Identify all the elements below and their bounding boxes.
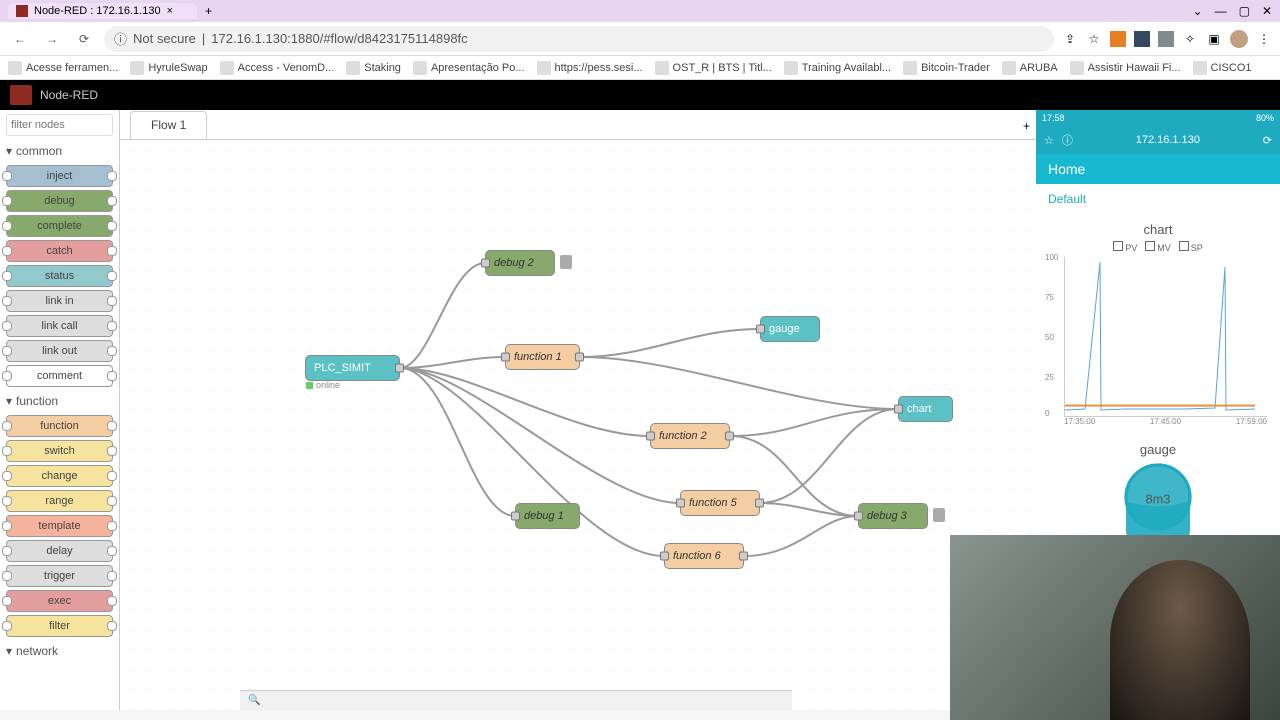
dashboard-gauge: gauge 8m3 [1036, 434, 1280, 548]
flow-node-gauge[interactable]: gauge [760, 316, 820, 342]
palette-node-catch[interactable]: catch [6, 240, 113, 262]
phone-urlbar[interactable]: ☆ ⓘ 172.16.1.130 ⟳ [1036, 126, 1280, 154]
bookmarks-bar: Acesse ferramen... HyruleSwap Access - V… [0, 56, 1280, 80]
reload-icon[interactable]: ⟳ [1263, 134, 1272, 147]
chart-svg [1065, 257, 1267, 416]
flow-node-function2[interactable]: function 2 [650, 423, 730, 449]
webcam-overlay [950, 535, 1280, 720]
dashboard-chart: chart PV MV SP 100 75 50 25 0 [1036, 214, 1280, 434]
flow-node-debug1[interactable]: debug 1 [515, 503, 580, 529]
chart-legend: PV MV SP [1044, 241, 1272, 253]
ext1-icon[interactable] [1110, 31, 1126, 47]
bookmark-item[interactable]: Assistir Hawaii Fi... [1070, 61, 1181, 75]
filter-input[interactable] [6, 114, 113, 136]
palette-node-comment[interactable]: comment [6, 365, 113, 387]
add-tab-button[interactable]: + [1017, 113, 1036, 139]
flow-node-debug2[interactable]: debug 2 [485, 250, 555, 276]
star-icon[interactable]: ☆ [1044, 134, 1054, 147]
palette-node-debug[interactable]: debug [6, 190, 113, 212]
bookmark-item[interactable]: https://pess.sesi... [537, 61, 643, 75]
category-common[interactable]: ▾ common [6, 140, 113, 162]
flow-node-function5[interactable]: function 5 [680, 490, 760, 516]
palette-node-status[interactable]: status [6, 265, 113, 287]
bookmark-item[interactable]: OST_R | BTS | Titl... [655, 61, 772, 75]
ext2-icon[interactable] [1134, 31, 1150, 47]
reload-button[interactable]: ⟳ [72, 27, 96, 51]
flow-node-function1[interactable]: function 1 [505, 344, 580, 370]
avatar[interactable] [1230, 30, 1248, 48]
palette-node-inject[interactable]: inject [6, 165, 113, 187]
maximize-icon[interactable]: ▢ [1239, 4, 1250, 18]
canvas-workspace[interactable]: Flow 1 + PLC_SIMITonline debug 2 ga [120, 110, 1036, 710]
palette-node-link-out[interactable]: link out [6, 340, 113, 362]
tab-title: Node-RED : 172.16.1.130 [34, 5, 161, 17]
close-window-icon[interactable]: ✕ [1262, 4, 1272, 18]
palette-node-function[interactable]: function [6, 415, 113, 437]
bookmark-item[interactable]: Staking [346, 61, 401, 75]
forward-button[interactable]: → [40, 27, 64, 51]
share-icon[interactable]: ⇪ [1062, 32, 1078, 46]
palette: ▾ common inject debug complete catch sta… [0, 110, 120, 710]
palette-node-complete[interactable]: complete [6, 215, 113, 237]
bookmark-item[interactable]: Access - VenomD... [220, 61, 335, 75]
node-red-header: Node-RED [0, 80, 1280, 110]
flow-tab[interactable]: Flow 1 [130, 111, 207, 139]
search-icon[interactable]: 🔍 [248, 695, 260, 706]
tab-favicon [16, 5, 28, 17]
close-icon[interactable]: × [167, 5, 173, 17]
bookmark-item[interactable]: Apresentação Po... [413, 61, 525, 75]
star-icon[interactable]: ☆ [1086, 32, 1102, 46]
status-badge: online [306, 380, 340, 390]
category-network[interactable]: ▾ network [6, 640, 113, 662]
ext3-icon[interactable] [1158, 31, 1174, 47]
palette-node-change[interactable]: change [6, 465, 113, 487]
canvas-footer: 🔍 [240, 690, 792, 710]
palette-node-template[interactable]: template [6, 515, 113, 537]
flow-node-debug3[interactable]: debug 3 [858, 503, 928, 529]
palette-node-switch[interactable]: switch [6, 440, 113, 462]
palette-node-trigger[interactable]: trigger [6, 565, 113, 587]
chevron-down-icon[interactable]: ⌄ [1193, 4, 1203, 18]
palette-node-exec[interactable]: exec [6, 590, 113, 612]
flow-node-chart[interactable]: chart [898, 396, 953, 422]
menu-icon[interactable]: ⋮ [1256, 32, 1272, 46]
info-icon: ⓘ [1062, 132, 1073, 148]
new-tab-button[interactable]: + [205, 4, 212, 18]
chart-title: chart [1044, 222, 1272, 237]
browser-tab[interactable]: Node-RED : 172.16.1.130 × [8, 3, 197, 19]
app-title: Node-RED [40, 88, 98, 102]
palette-node-link-call[interactable]: link call [6, 315, 113, 337]
palette-node-range[interactable]: range [6, 490, 113, 512]
bookmark-item[interactable]: Acesse ferramen... [8, 61, 118, 75]
flow-node-function6[interactable]: function 6 [664, 543, 744, 569]
dashboard-group-default[interactable]: Default [1036, 184, 1280, 214]
puzzle-icon[interactable]: ✧ [1182, 32, 1198, 46]
palette-node-filter[interactable]: filter [6, 615, 113, 637]
tabs-icon[interactable]: ▣ [1206, 32, 1222, 46]
bookmark-item[interactable]: Bitcoin-Trader [903, 61, 990, 75]
bookmark-item[interactable]: CISCO1 [1193, 61, 1252, 75]
insecure-label: Not secure [133, 31, 196, 46]
minimize-icon[interactable]: — [1215, 4, 1227, 18]
address-bar: ← → ⟳ ⓘ Not secure | 172.16.1.130:1880/#… [0, 22, 1280, 56]
category-function[interactable]: ▾ function [6, 390, 113, 412]
bookmark-item[interactable]: HyruleSwap [130, 61, 207, 75]
palette-node-delay[interactable]: delay [6, 540, 113, 562]
node-red-logo [10, 85, 32, 105]
palette-node-link-in[interactable]: link in [6, 290, 113, 312]
insecure-icon: ⓘ [114, 29, 127, 48]
url-input[interactable]: ⓘ Not secure | 172.16.1.130:1880/#flow/d… [104, 26, 1054, 52]
gauge-value: 8m3 [1146, 491, 1171, 506]
dashboard-home[interactable]: Home [1036, 154, 1280, 184]
bookmark-item[interactable]: Training Availabl... [784, 61, 891, 75]
url-text: 172.16.1.130:1880/#flow/d8423175114898fc [211, 31, 467, 46]
browser-titlebar: Node-RED : 172.16.1.130 × + ⌄ — ▢ ✕ [0, 0, 1280, 22]
flow-node-plc[interactable]: PLC_SIMITonline [305, 355, 400, 381]
bookmark-item[interactable]: ARUBA [1002, 61, 1058, 75]
phone-statusbar: 17:5880% [1036, 110, 1280, 126]
back-button[interactable]: ← [8, 27, 32, 51]
